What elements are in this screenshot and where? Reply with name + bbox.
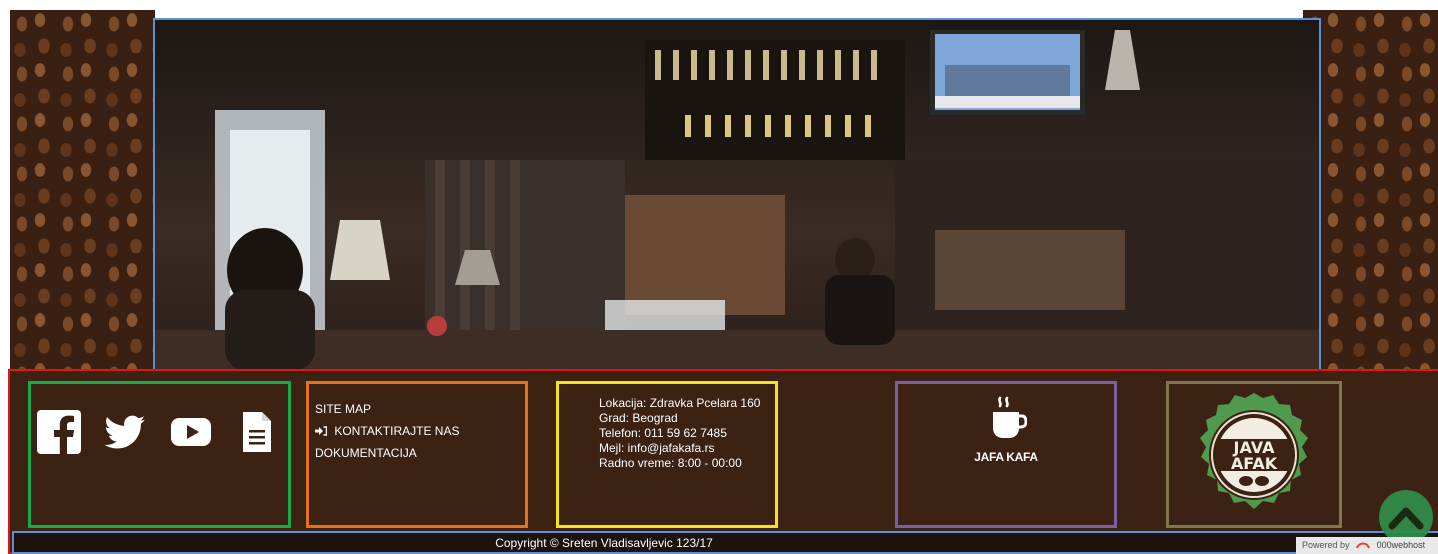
coffee-cup-icon — [993, 396, 1027, 438]
powered-by-label: Powered by — [1302, 540, 1350, 550]
host-logo-icon — [1356, 542, 1370, 549]
brand-name: JAFA KAFA — [974, 450, 1038, 464]
footer-links-box: SITE MAP KONTAKTIRAJTE NAS DOKUMENTACIJA — [306, 381, 528, 528]
powered-by-badge[interactable]: Powered by 000webhost — [1296, 537, 1438, 554]
copyright-text: Copyright © Sreten Vladisavljevic 123/17 — [495, 536, 713, 550]
contact-info-box: Lokacija: Zdravka Pcelara 160 Grad: Beog… — [556, 381, 778, 528]
contact-link-label: KONTAKTIRAJTE NAS — [334, 424, 460, 438]
facebook-icon[interactable] — [37, 410, 81, 454]
site-map-link[interactable]: SITE MAP — [315, 398, 459, 420]
contact-link[interactable]: KONTAKTIRAJTE NAS — [315, 420, 459, 442]
login-arrow-icon — [315, 426, 327, 436]
copyright-bar: Copyright © Sreten Vladisavljevic 123/17 — [12, 531, 1438, 554]
coffee-beans-left-background — [10, 10, 155, 372]
cafe-interior-illustration — [155, 30, 1319, 370]
chevron-up-icon — [1388, 507, 1424, 530]
documentation-link[interactable]: DOKUMENTACIJA — [315, 442, 459, 464]
social-icons-row — [37, 410, 279, 454]
twitter-icon[interactable] — [103, 410, 147, 454]
brand-box: JAFA KAFA — [895, 381, 1117, 528]
logo-text-bottom: AFAK — [1231, 454, 1278, 473]
phone-text: Telefon: 011 59 62 7485 — [599, 426, 727, 440]
scroll-to-top-button[interactable] — [1379, 490, 1433, 544]
social-links-box — [28, 381, 291, 528]
email-text: Mejl: info@jafakafa.rs — [599, 441, 715, 455]
city-text: Grad: Beograd — [599, 411, 678, 425]
document-icon[interactable] — [235, 410, 279, 454]
location-text: Lokacija: Zdravka Pcelara 160 — [599, 396, 761, 410]
host-name: 000webhost — [1376, 540, 1426, 550]
java-kafa-logo[interactable]: JAVA AFAK — [1173, 388, 1335, 523]
hours-text: Radno vreme: 8:00 - 00:00 — [599, 456, 742, 470]
hero-cafe-image — [153, 18, 1321, 372]
youtube-icon[interactable] — [169, 410, 213, 454]
coffee-beans-right-background — [1303, 10, 1438, 372]
site-footer: SITE MAP KONTAKTIRAJTE NAS DOKUMENTACIJA… — [8, 369, 1438, 554]
contact-info-text: Lokacija: Zdravka Pcelara 160 Grad: Beog… — [599, 396, 760, 471]
logo-box: JAVA AFAK — [1166, 381, 1342, 528]
footer-links-list: SITE MAP KONTAKTIRAJTE NAS DOKUMENTACIJA — [315, 398, 459, 464]
